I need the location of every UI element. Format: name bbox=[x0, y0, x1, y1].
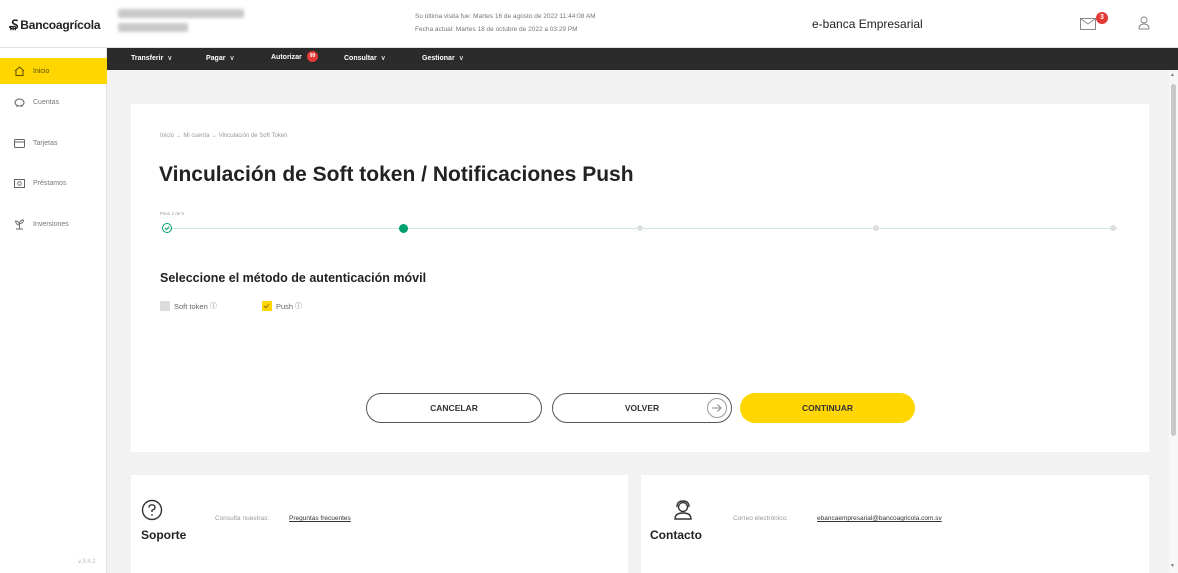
arrow-right-icon bbox=[707, 398, 727, 418]
check-icon bbox=[164, 226, 170, 231]
home-icon bbox=[14, 66, 25, 76]
contact-support-icon bbox=[674, 500, 692, 520]
scroll-down-arrow-icon[interactable]: ▼ bbox=[1170, 563, 1175, 569]
back-button[interactable]: VOLVER bbox=[552, 393, 732, 423]
sidebar: Inicio Cuentas Tarjetas Préstamos Invers… bbox=[0, 48, 107, 573]
sidebar-item-cuentas[interactable]: Cuentas bbox=[0, 89, 107, 115]
sidebar-item-label: Inversiones bbox=[33, 220, 69, 228]
sidebar-item-label: Préstamos bbox=[33, 179, 67, 187]
card-icon bbox=[14, 138, 25, 148]
main-card: Inicio → Mi cuenta → Vinculación de Soft… bbox=[131, 104, 1149, 452]
user-profile-icon[interactable] bbox=[1138, 16, 1150, 30]
option-push[interactable]: Push ⓘ bbox=[262, 301, 302, 311]
question-circle-icon bbox=[141, 499, 163, 521]
bank-logo[interactable]: ₷ Bancoagrícola bbox=[9, 15, 101, 33]
mail-button[interactable]: 3 bbox=[1080, 12, 1108, 36]
section-title: Seleccione el método de autenticación mó… bbox=[160, 271, 427, 285]
chevron-down-icon: ∨ bbox=[167, 55, 173, 62]
app-version: v.3.4.2 bbox=[78, 559, 96, 565]
nav-gestionar[interactable]: Gestionar ∨ bbox=[422, 54, 464, 62]
nav-pagar[interactable]: Pagar ∨ bbox=[206, 54, 235, 62]
scrollbar-thumb[interactable] bbox=[1171, 84, 1176, 436]
loan-icon bbox=[14, 178, 25, 188]
nav-label: Consultar bbox=[344, 55, 377, 62]
support-text: Consulta nuestras: bbox=[215, 515, 270, 522]
sidebar-item-inversiones[interactable]: Inversiones bbox=[0, 211, 107, 237]
step-2-current bbox=[399, 223, 408, 233]
support-card: Soporte Consulta nuestras: Preguntas fre… bbox=[131, 475, 628, 573]
step-3 bbox=[637, 225, 643, 231]
chevron-down-icon: ∨ bbox=[229, 55, 235, 62]
current-date-text: Fecha actual: Martes 18 de octubre de 20… bbox=[415, 26, 578, 33]
sidebar-item-label: Inicio bbox=[33, 67, 50, 75]
header: ₷ Bancoagrícola Su última visita fue: Mar… bbox=[0, 0, 1178, 48]
contact-title: Contacto bbox=[650, 528, 702, 542]
autorizar-badge: 99 bbox=[307, 51, 318, 62]
chevron-down-icon: ∨ bbox=[380, 55, 386, 62]
step-label: Paso 2 de 5 bbox=[160, 211, 185, 216]
step-4 bbox=[873, 225, 879, 231]
step-1-completed bbox=[162, 223, 172, 233]
company-name-redacted bbox=[118, 9, 248, 37]
page-title: Vinculación de Soft token / Notificacion… bbox=[159, 163, 634, 186]
continue-button[interactable]: CONTINUAR bbox=[740, 393, 915, 423]
session-info: Su última visita fue: Martes 16 de agost… bbox=[415, 10, 596, 36]
help-icon[interactable]: ⓘ bbox=[295, 301, 302, 311]
push-checkbox[interactable] bbox=[262, 301, 272, 311]
sidebar-item-label: Cuentas bbox=[33, 98, 60, 106]
contact-email-link[interactable]: ebancaempresarial@bancoagricola.com.sv bbox=[817, 515, 942, 522]
nav-transferir[interactable]: Transferir ∨ bbox=[131, 54, 172, 62]
nav-label: Pagar bbox=[206, 55, 226, 62]
option-soft-token[interactable]: Soft token ⓘ bbox=[160, 301, 217, 311]
sidebar-item-prestamos[interactable]: Préstamos bbox=[0, 170, 107, 196]
last-visit-text: Su última visita fue: Martes 16 de agost… bbox=[415, 13, 596, 20]
nav-label: Transferir bbox=[131, 55, 164, 62]
mail-badge: 3 bbox=[1096, 12, 1108, 24]
step-5 bbox=[1110, 225, 1116, 231]
option-label: Soft token bbox=[174, 301, 208, 311]
help-icon[interactable]: ⓘ bbox=[210, 301, 217, 311]
option-label: Push bbox=[276, 301, 294, 311]
logo-text: Bancoagrícola bbox=[20, 18, 101, 32]
nav-consultar[interactable]: Consultar ∨ bbox=[344, 54, 386, 62]
envelope-icon bbox=[1080, 18, 1096, 30]
piggy-bank-icon bbox=[14, 98, 25, 107]
sidebar-item-label: Tarjetas bbox=[33, 139, 58, 147]
stepper-line bbox=[168, 228, 1118, 229]
portal-title: e-banca Empresarial bbox=[812, 17, 923, 31]
nav-autorizar[interactable]: Autorizar 99 bbox=[271, 51, 318, 62]
contact-card: Contacto Correo electrónico: ebancaempre… bbox=[641, 475, 1149, 573]
logo-mark-icon: ₷ bbox=[9, 17, 19, 32]
nav-label: Autorizar bbox=[271, 54, 302, 61]
scroll-up-arrow-icon[interactable]: ▲ bbox=[1170, 72, 1175, 78]
cancel-button[interactable]: CANCELAR bbox=[366, 393, 542, 423]
sidebar-item-inicio[interactable]: Inicio bbox=[0, 58, 107, 84]
contact-text: Correo electrónico: bbox=[733, 515, 788, 522]
nav-label: Gestionar bbox=[422, 55, 455, 62]
breadcrumb[interactable]: Inicio → Mi cuenta → Vinculación de Soft… bbox=[160, 133, 288, 139]
chevron-down-icon: ∨ bbox=[458, 55, 464, 62]
support-title: Soporte bbox=[141, 528, 187, 542]
top-navigation: Transferir ∨ Pagar ∨ Autorizar 99 Consultar… bbox=[107, 48, 1178, 70]
back-button-label: VOLVER bbox=[624, 403, 660, 413]
sidebar-item-tarjetas[interactable]: Tarjetas bbox=[0, 130, 107, 156]
faq-link[interactable]: Preguntas frecuentes bbox=[289, 515, 351, 522]
investment-icon bbox=[14, 219, 24, 229]
soft-token-checkbox[interactable] bbox=[160, 301, 170, 311]
